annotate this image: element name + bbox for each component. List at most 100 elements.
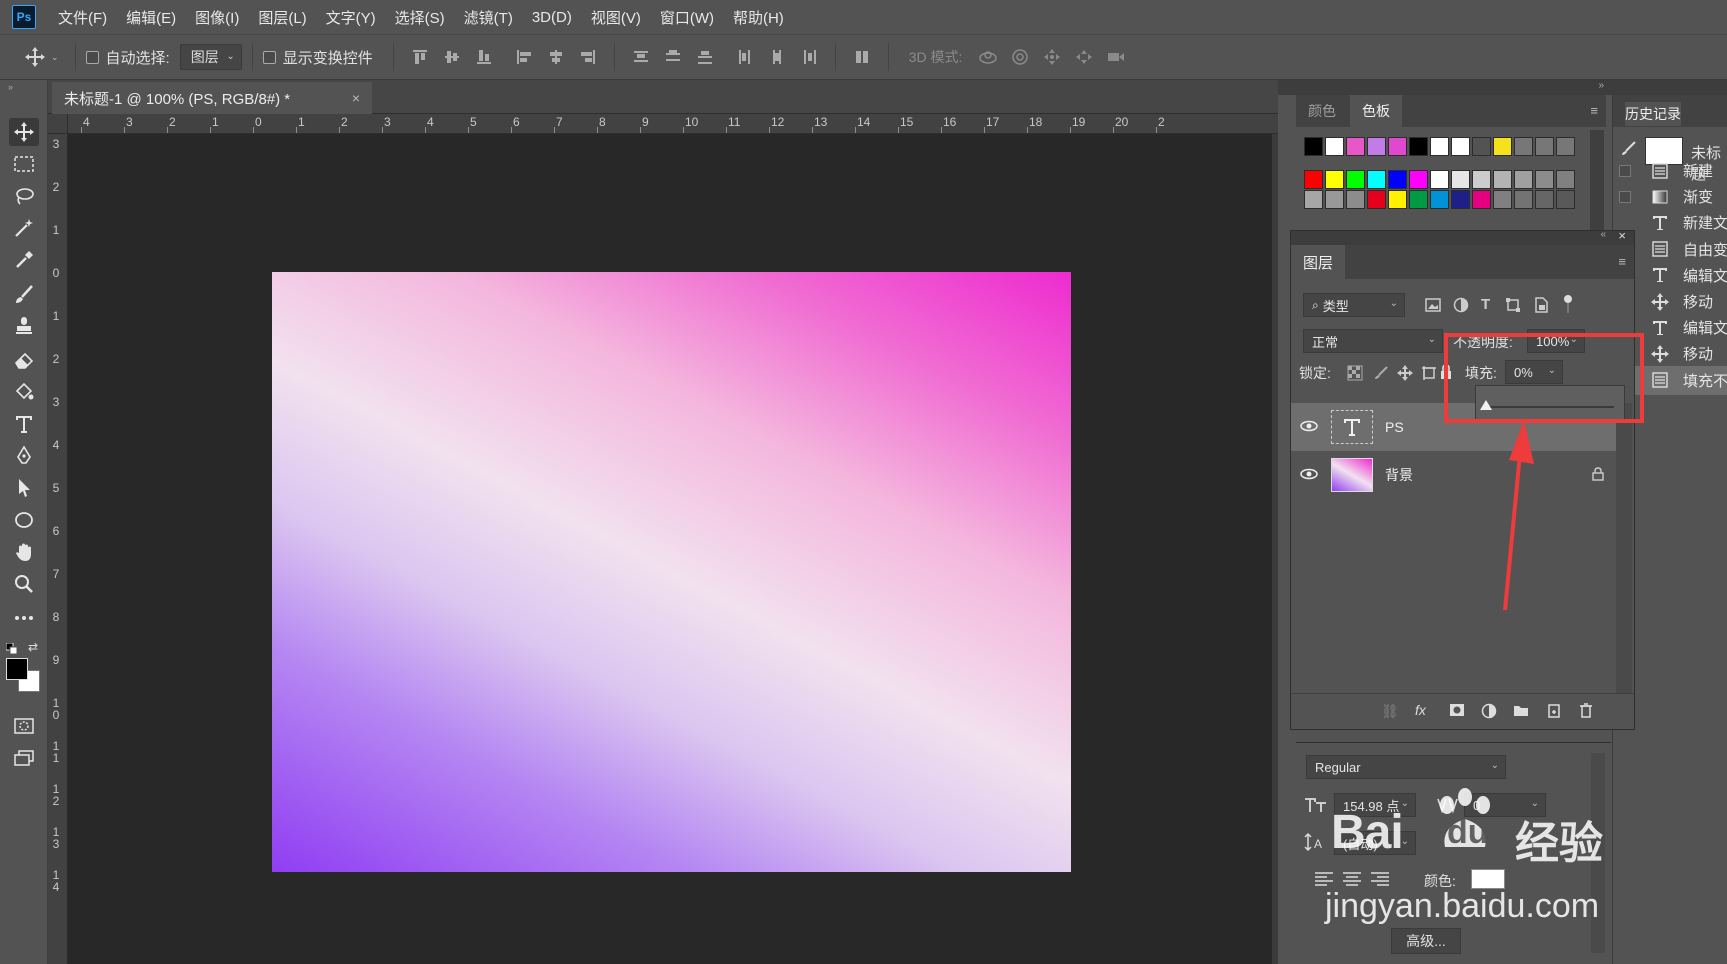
panel-menu-icon[interactable]: ≡ <box>1590 103 1598 118</box>
color-swatch[interactable] <box>1493 190 1512 209</box>
menu-3d[interactable]: 3D(D) <box>532 9 572 26</box>
menu-layer[interactable]: 图层(L) <box>258 7 306 28</box>
align-center-text-icon[interactable] <box>1342 871 1362 890</box>
color-swatch[interactable] <box>1451 170 1470 189</box>
swatches-scrollbar[interactable] <box>1590 130 1604 230</box>
auto-align-icon[interactable] <box>851 46 873 68</box>
stamp-tool-icon[interactable] <box>9 312 39 340</box>
auto-select-dropdown[interactable]: 图层 ⌄ <box>179 44 242 70</box>
filter-smart-object-icon[interactable] <box>1533 297 1549 316</box>
color-swatch[interactable] <box>1304 190 1323 209</box>
menu-window[interactable]: 窗口(W) <box>660 7 714 28</box>
color-swatch[interactable] <box>1472 170 1491 189</box>
align-top-icon[interactable] <box>409 46 431 68</box>
delete-layer-icon[interactable] <box>1579 702 1593 721</box>
color-swatch[interactable] <box>1388 170 1407 189</box>
filter-pixel-icon[interactable] <box>1425 297 1441 316</box>
adjustment-layer-icon[interactable] <box>1481 703 1497 722</box>
type-tool-icon[interactable] <box>9 410 39 438</box>
brush-tool-icon[interactable] <box>9 280 39 308</box>
show-transform-checkbox[interactable] <box>262 50 276 64</box>
path-selection-tool-icon[interactable] <box>9 474 39 502</box>
align-left-text-icon[interactable] <box>1314 871 1334 890</box>
character-scrollbar[interactable] <box>1591 753 1605 953</box>
distribute-right-icon[interactable] <box>798 46 820 68</box>
color-swatch[interactable] <box>1346 137 1365 156</box>
color-swatch[interactable] <box>1430 190 1449 209</box>
paint-bucket-tool-icon[interactable] <box>9 378 39 406</box>
ruler-origin[interactable] <box>48 114 68 134</box>
eyedropper-tool-icon[interactable] <box>9 246 39 274</box>
color-swatch[interactable] <box>1409 137 1428 156</box>
menu-file[interactable]: 文件(F) <box>58 7 107 28</box>
foreground-color-swatch[interactable] <box>6 658 28 680</box>
color-swatch[interactable] <box>1367 190 1386 209</box>
more-tools-icon[interactable] <box>9 604 39 632</box>
collapse-icon[interactable]: « <box>1600 229 1606 240</box>
new-layer-icon[interactable] <box>1547 703 1561 722</box>
blend-mode-dropdown[interactable]: 正常 ⌄ <box>1303 329 1443 353</box>
history-brush-source-checkbox[interactable] <box>1619 190 1631 203</box>
color-swatch[interactable] <box>1304 137 1323 156</box>
history-item[interactable]: 新建 <box>1613 156 1727 185</box>
distribute-bottom-icon[interactable] <box>694 46 716 68</box>
color-swatch[interactable] <box>1346 170 1365 189</box>
3d-camera-icon[interactable] <box>1105 46 1127 68</box>
align-right-icon[interactable] <box>577 46 599 68</box>
menu-type[interactable]: 文字(Y) <box>326 7 376 28</box>
fx-icon[interactable]: fx <box>1415 702 1426 718</box>
visibility-eye-icon[interactable] <box>1291 419 1327 435</box>
filter-adjustment-icon[interactable] <box>1453 297 1469 316</box>
zoom-tool-icon[interactable] <box>9 570 39 598</box>
color-swatch[interactable] <box>1514 190 1533 209</box>
hand-tool-icon[interactable] <box>9 538 39 566</box>
color-swatch[interactable] <box>1514 137 1533 156</box>
default-colors-icon[interactable] <box>5 642 18 655</box>
align-bottom-icon[interactable] <box>473 46 495 68</box>
document-canvas[interactable] <box>272 272 1071 872</box>
auto-select-checkbox[interactable] <box>85 50 99 64</box>
lock-pixels-icon[interactable] <box>1373 365 1389 384</box>
3d-roll-icon[interactable] <box>1009 46 1031 68</box>
color-swatch[interactable] <box>1556 190 1575 209</box>
color-swatch[interactable] <box>1325 170 1344 189</box>
history-brush-source-checkbox[interactable] <box>1619 164 1631 177</box>
menu-select[interactable]: 选择(S) <box>395 7 445 28</box>
filter-kind-dropdown[interactable]: ⌕ 类型 ⌄ <box>1303 293 1405 317</box>
add-mask-icon[interactable] <box>1449 703 1465 720</box>
pen-tool-icon[interactable] <box>9 442 39 470</box>
visibility-eye-icon[interactable] <box>1291 467 1327 483</box>
color-swatch[interactable] <box>1556 170 1575 189</box>
close-icon[interactable]: × <box>352 90 360 106</box>
color-swatch[interactable] <box>1367 170 1386 189</box>
lock-transparent-icon[interactable] <box>1347 365 1363 384</box>
menu-image[interactable]: 图像(I) <box>195 7 239 28</box>
color-swatch[interactable] <box>1346 190 1365 209</box>
lock-artboard-icon[interactable] <box>1421 365 1437 384</box>
color-swatch[interactable] <box>1409 170 1428 189</box>
color-swatch[interactable] <box>1430 137 1449 156</box>
layers-scrollbar[interactable] <box>1616 403 1632 693</box>
menu-view[interactable]: 视图(V) <box>591 7 641 28</box>
tab-history[interactable]: 历史记录 <box>1625 102 1681 126</box>
lock-position-icon[interactable] <box>1397 365 1413 384</box>
color-swatch[interactable] <box>1409 190 1428 209</box>
collapse-chevron-icon[interactable]: » <box>8 82 13 92</box>
color-swatch[interactable] <box>1535 137 1554 156</box>
3d-rotate-icon[interactable] <box>977 46 999 68</box>
document-tab[interactable]: 未标题-1 @ 100% (PS, RGB/8#) * × <box>52 82 372 114</box>
tab-swatches[interactable]: 色板 <box>1350 95 1402 127</box>
distribute-hcenter-icon[interactable] <box>766 46 788 68</box>
color-swatch[interactable] <box>1388 190 1407 209</box>
3d-slide-icon[interactable] <box>1073 46 1095 68</box>
swap-colors-icon[interactable]: ⇄ <box>28 640 38 654</box>
align-left-icon[interactable] <box>513 46 535 68</box>
new-group-icon[interactable] <box>1513 703 1529 720</box>
lasso-tool-icon[interactable] <box>9 182 39 210</box>
color-swatch[interactable] <box>1493 170 1512 189</box>
color-swatch[interactable] <box>1472 190 1491 209</box>
align-hcenter-icon[interactable] <box>545 46 567 68</box>
history-item[interactable]: 渐变 <box>1613 182 1727 211</box>
distribute-top-icon[interactable] <box>630 46 652 68</box>
panel-menu-icon[interactable]: ≡ <box>1618 254 1626 269</box>
